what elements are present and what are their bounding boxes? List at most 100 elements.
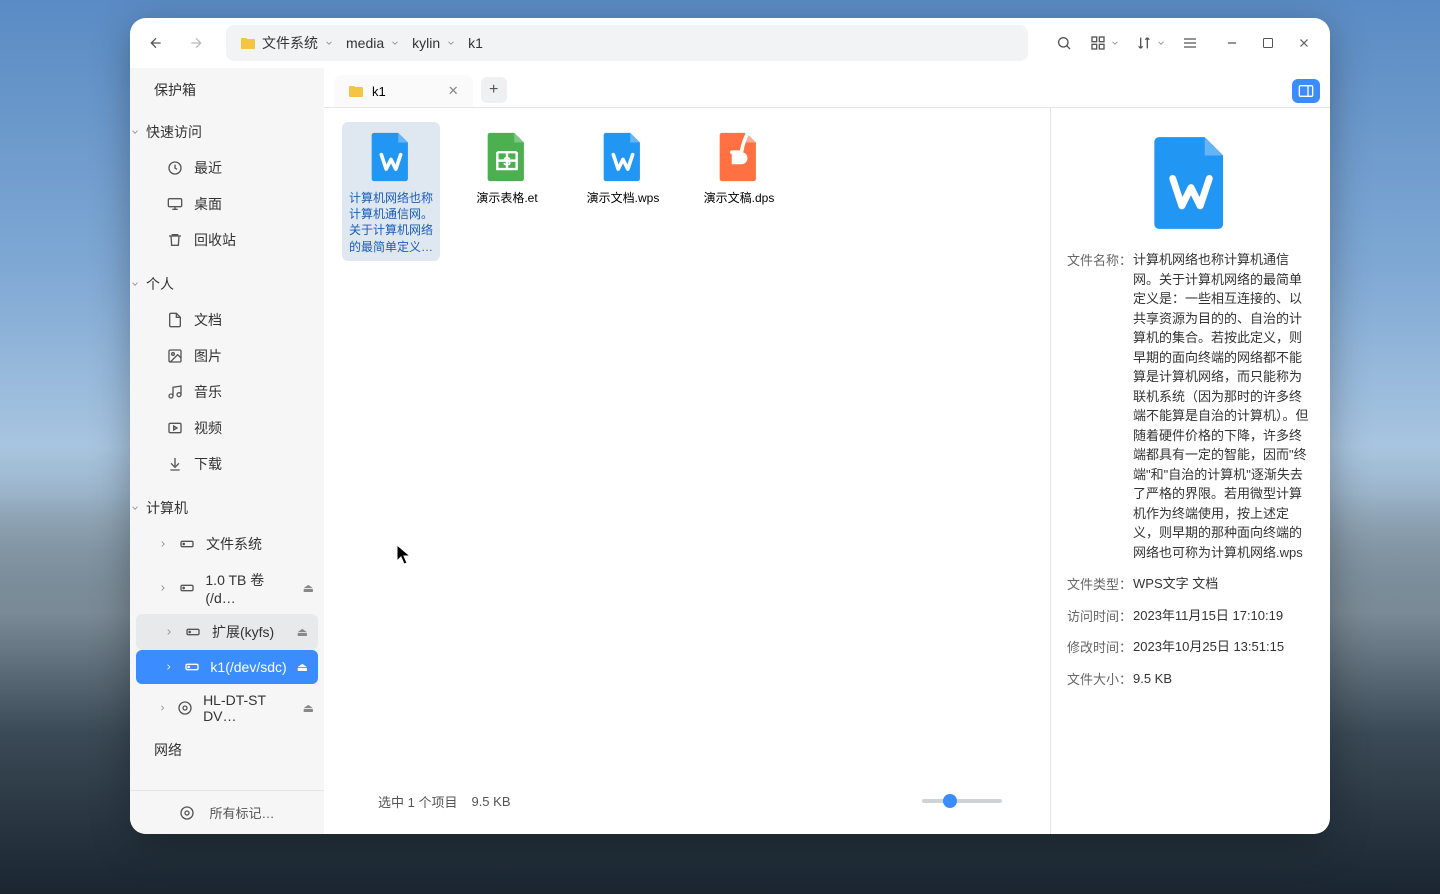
sidebar-header-label: 快速访问 xyxy=(146,122,202,142)
breadcrumb-label: 文件系统 xyxy=(262,33,318,53)
details-panel-toggle[interactable] xyxy=(1292,79,1320,103)
eject-icon[interactable]: ⏏ xyxy=(297,625,308,639)
details-type-value: WPS文字 文档 xyxy=(1133,574,1218,594)
sidebar-protect-box[interactable]: 保护箱 xyxy=(130,68,324,110)
file-item[interactable]: 计算机网络也称计算机通信网。关于计算机网络的最简单定义… xyxy=(342,122,440,261)
breadcrumb-label: k1 xyxy=(468,35,483,51)
sidebar-item-network[interactable]: 网络 xyxy=(130,732,324,768)
breadcrumb-item[interactable]: k1 xyxy=(464,33,487,53)
file-item[interactable]: 演示文档.wps xyxy=(574,122,672,212)
tab-close-button[interactable]: ✕ xyxy=(448,83,459,99)
chevron-down-icon xyxy=(390,38,400,48)
breadcrumb[interactable]: 文件系统 media kylin k1 xyxy=(226,25,1028,61)
new-tab-button[interactable]: + xyxy=(481,77,507,103)
sidebar-tags-button[interactable]: 所有标记… xyxy=(130,790,324,834)
sidebar-header-personal[interactable]: 个人 xyxy=(130,266,324,302)
search-icon xyxy=(1056,35,1072,51)
menu-icon xyxy=(1182,35,1198,51)
sidebar-item-label: 桌面 xyxy=(194,194,222,214)
sidebar-item-pictures[interactable]: 图片 xyxy=(130,338,324,374)
sidebar-item-ext[interactable]: 扩展(kyfs) ⏏ xyxy=(136,614,318,650)
sidebar-item-label: 音乐 xyxy=(194,382,222,402)
sidebar-header-quick[interactable]: 快速访问 xyxy=(130,114,324,150)
sidebar-item-documents[interactable]: 文档 xyxy=(130,302,324,338)
file-item[interactable]: S 演示表格.et xyxy=(458,122,556,212)
details-mod-label: 修改时间： xyxy=(1067,637,1125,657)
chevron-right-icon xyxy=(158,539,168,549)
sidebar-header-label: 个人 xyxy=(146,274,174,294)
sidebar-item-videos[interactable]: 视频 xyxy=(130,410,324,446)
chevron-down-icon xyxy=(130,127,140,137)
back-button[interactable] xyxy=(146,33,166,53)
close-button[interactable] xyxy=(1294,33,1314,53)
eject-icon[interactable]: ⏏ xyxy=(303,581,314,595)
details-size-label: 文件大小： xyxy=(1067,669,1125,689)
eject-icon[interactable]: ⏏ xyxy=(297,660,308,674)
wps-doc-icon xyxy=(362,128,420,186)
sidebar-item-label: 扩展(kyfs) xyxy=(212,622,274,642)
folder-icon xyxy=(240,35,256,51)
eject-icon[interactable]: ⏏ xyxy=(303,701,314,715)
search-button[interactable] xyxy=(1046,25,1082,61)
sidebar-item-k1[interactable]: k1(/dev/sdc) ⏏ xyxy=(136,650,318,684)
details-name-value: 计算机网络也称计算机通信网。关于计算机网络的最简单定义是：一些相互连接的、以共享… xyxy=(1133,250,1314,562)
maximize-button[interactable] xyxy=(1258,33,1278,53)
toolbar: 文件系统 media kylin k1 xyxy=(130,18,1330,68)
sidebar-item-label: 文件系统 xyxy=(206,534,262,554)
breadcrumb-item[interactable]: kylin xyxy=(408,33,460,53)
hamburger-menu-button[interactable] xyxy=(1182,35,1198,51)
optical-icon xyxy=(177,699,193,717)
sidebar-item-recent[interactable]: 最近 xyxy=(130,150,324,186)
wps-doc-icon xyxy=(1136,128,1246,238)
sidebar-item-filesystem[interactable]: 文件系统 xyxy=(130,526,324,562)
sidebar-item-label: 回收站 xyxy=(194,230,236,250)
download-icon xyxy=(166,455,184,473)
sidebar-header-label: 计算机 xyxy=(146,498,188,518)
video-icon xyxy=(166,419,184,437)
sidebar-item-volume[interactable]: 1.0 TB 卷(/d… ⏏ xyxy=(130,562,324,614)
details-pane: 文件名称： 计算机网络也称计算机通信网。关于计算机网络的最简单定义是：一些相互连… xyxy=(1050,108,1330,834)
sidebar-header-computer[interactable]: 计算机 xyxy=(130,490,324,526)
status-selection: 选中 1 个项目 xyxy=(378,792,457,811)
chevron-right-icon xyxy=(158,583,168,593)
sidebar-item-trash[interactable]: 回收站 xyxy=(130,222,324,258)
sidebar: 保护箱 快速访问 最近 桌面 回收站 xyxy=(130,68,324,834)
picture-icon xyxy=(166,347,184,365)
tab-k1[interactable]: k1 ✕ xyxy=(334,75,473,107)
file-label: 演示文稿.dps xyxy=(704,190,775,206)
slider-track[interactable] xyxy=(922,799,1002,803)
file-label: 计算机网络也称计算机通信网。关于计算机网络的最简单定义… xyxy=(344,190,438,255)
zoom-slider[interactable] xyxy=(922,799,1002,803)
sidebar-item-music[interactable]: 音乐 xyxy=(130,374,324,410)
files-pane[interactable]: 计算机网络也称计算机通信网。关于计算机网络的最简单定义… S xyxy=(324,108,1050,834)
monitor-icon xyxy=(166,195,184,213)
file-item[interactable]: 演示文稿.dps xyxy=(690,122,788,212)
details-access-value: 2023年11月15日 17:10:19 xyxy=(1133,606,1283,626)
chevron-right-icon xyxy=(164,627,174,637)
disk-icon xyxy=(183,658,200,676)
breadcrumb-item-root[interactable]: 文件系统 xyxy=(236,31,338,55)
view-mode-button[interactable] xyxy=(1090,35,1120,51)
sidebar-item-optical[interactable]: HL-DT-ST DV… ⏏ xyxy=(130,684,324,732)
forward-button[interactable] xyxy=(186,33,206,53)
details-icon xyxy=(1136,128,1246,238)
chevron-right-icon xyxy=(164,662,173,672)
breadcrumb-label: kylin xyxy=(412,35,440,51)
file-grid: 计算机网络也称计算机通信网。关于计算机网络的最简单定义… S xyxy=(342,122,1032,261)
wps-doc-icon xyxy=(594,128,652,186)
minimize-button[interactable] xyxy=(1222,33,1242,53)
sidebar-item-label: 视频 xyxy=(194,418,222,438)
details-size-value: 9.5 KB xyxy=(1133,669,1172,689)
details-name-label: 文件名称： xyxy=(1067,250,1125,562)
sidebar-item-downloads[interactable]: 下载 xyxy=(130,446,324,482)
chevron-right-icon xyxy=(158,703,167,713)
file-manager-window: 文件系统 media kylin k1 xyxy=(130,18,1330,834)
music-icon xyxy=(166,383,184,401)
body-area: 保护箱 快速访问 最近 桌面 回收站 xyxy=(130,68,1330,834)
slider-thumb[interactable] xyxy=(943,794,957,808)
sidebar-item-desktop[interactable]: 桌面 xyxy=(130,186,324,222)
breadcrumb-item[interactable]: media xyxy=(342,33,404,53)
file-label: 演示表格.et xyxy=(476,190,537,206)
sort-button[interactable] xyxy=(1136,35,1166,51)
tag-icon xyxy=(179,805,195,821)
